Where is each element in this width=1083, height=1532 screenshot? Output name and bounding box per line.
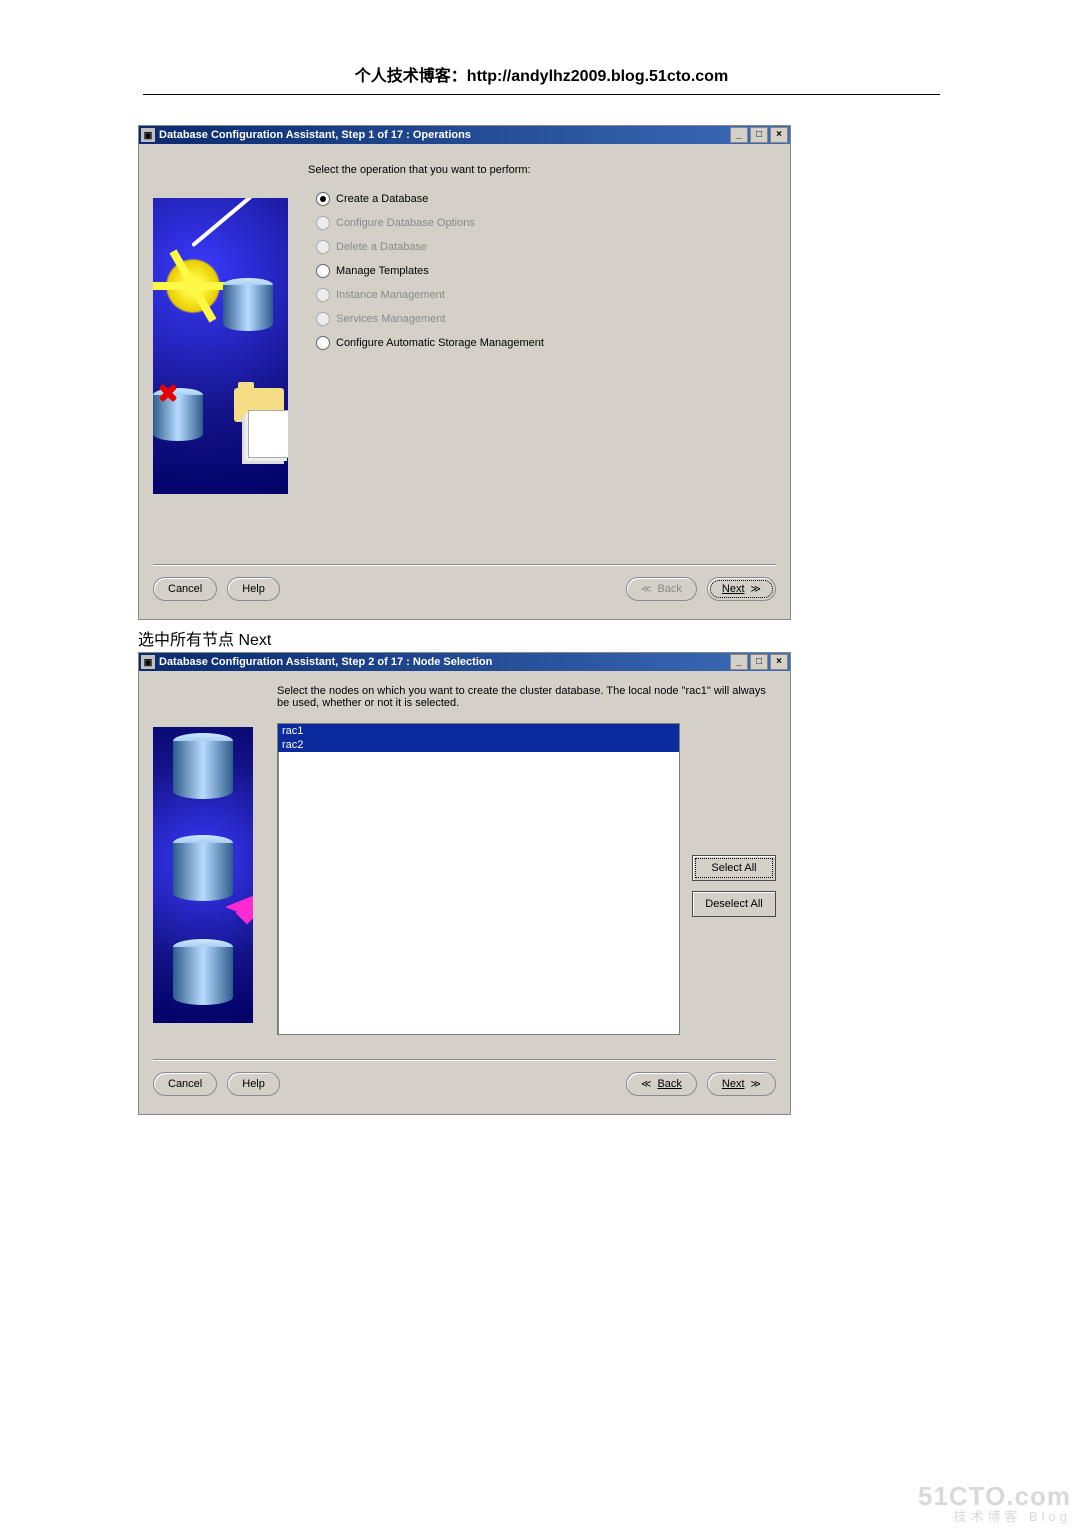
window-title: Database Configuration Assistant, Step 1… xyxy=(159,129,730,141)
help-button[interactable]: Help xyxy=(227,1072,280,1096)
dca-dialog-step1: ▣ Database Configuration Assistant, Step… xyxy=(138,125,791,620)
minimize-button[interactable]: _ xyxy=(730,654,748,670)
next-button[interactable]: Next ≫ xyxy=(707,1072,776,1096)
radio-icon xyxy=(316,312,330,326)
back-arrow-icon: ≪ xyxy=(641,584,651,595)
next-button[interactable]: Next ≫ xyxy=(707,577,776,601)
titlebar: ▣ Database Configuration Assistant, Step… xyxy=(139,653,790,671)
select-all-button[interactable]: Select All xyxy=(692,855,776,881)
back-button[interactable]: ≪ Back xyxy=(626,1072,697,1096)
star-icon xyxy=(163,256,223,316)
titlebar: ▣ Database Configuration Assistant, Step… xyxy=(139,126,790,144)
maximize-button[interactable]: □ xyxy=(750,127,768,143)
back-label: Back xyxy=(657,583,681,595)
option-manage-templates[interactable]: Manage Templates xyxy=(316,264,776,278)
back-button: ≪ Back xyxy=(626,577,697,601)
watermark-small: 技术博客 Blog xyxy=(918,1510,1071,1524)
pages-icon xyxy=(248,410,288,458)
delete-x-icon xyxy=(157,382,179,404)
option-instance-management: Instance Management xyxy=(316,288,776,302)
instruction-text: Select the nodes on which you want to cr… xyxy=(277,685,776,709)
radio-icon xyxy=(316,336,330,350)
watermark-big: 51CTO.com xyxy=(918,1483,1071,1510)
minimize-button[interactable]: _ xyxy=(730,127,748,143)
radio-icon xyxy=(316,240,330,254)
node-listbox[interactable]: rac1 rac2 xyxy=(277,723,680,1035)
option-label: Services Management xyxy=(336,313,445,325)
watermark: 51CTO.com 技术博客 Blog xyxy=(918,1483,1071,1524)
option-configure-database: Configure Database Options xyxy=(316,216,776,230)
page-header: 个人技术博客：http://andylhz2009.blog.51cto.com xyxy=(0,0,1083,92)
next-label: Next xyxy=(722,583,745,595)
next-arrow-icon: ≫ xyxy=(751,584,761,595)
list-item[interactable]: rac2 xyxy=(278,738,679,752)
back-label: Back xyxy=(657,1078,681,1090)
app-icon: ▣ xyxy=(141,655,155,669)
close-button[interactable]: × xyxy=(770,654,788,670)
close-button[interactable]: × xyxy=(770,127,788,143)
wand-icon xyxy=(191,198,255,247)
caption-select-all-nodes: 选中所有节点 Next xyxy=(138,626,1083,650)
wizard-graphic xyxy=(153,727,253,1023)
maximize-button[interactable]: □ xyxy=(750,654,768,670)
arrow-icon xyxy=(225,895,253,919)
help-button[interactable]: Help xyxy=(227,577,280,601)
option-label: Instance Management xyxy=(336,289,445,301)
back-arrow-icon: ≪ xyxy=(641,1079,651,1090)
radio-icon xyxy=(316,264,330,278)
option-label: Manage Templates xyxy=(336,265,429,277)
radio-icon xyxy=(316,288,330,302)
radio-icon xyxy=(316,192,330,206)
window-title: Database Configuration Assistant, Step 2… xyxy=(159,656,730,668)
option-services-management: Services Management xyxy=(316,312,776,326)
cylinder-icon xyxy=(173,835,233,909)
next-label: Next xyxy=(722,1078,745,1090)
cancel-button[interactable]: Cancel xyxy=(153,577,217,601)
list-item[interactable]: rac1 xyxy=(278,724,679,738)
app-icon: ▣ xyxy=(141,128,155,142)
option-label: Delete a Database xyxy=(336,241,427,253)
option-label: Create a Database xyxy=(336,193,428,205)
cylinder-icon xyxy=(173,939,233,1013)
cancel-button[interactable]: Cancel xyxy=(153,1072,217,1096)
option-label: Configure Database Options xyxy=(336,217,475,229)
option-delete-database: Delete a Database xyxy=(316,240,776,254)
deselect-all-button[interactable]: Deselect All xyxy=(692,891,776,917)
option-configure-asm[interactable]: Configure Automatic Storage Management xyxy=(316,336,776,350)
option-create-database[interactable]: Create a Database xyxy=(316,192,776,206)
page-header-underline xyxy=(143,94,940,95)
wizard-graphic: ✔ ✔ xyxy=(153,198,288,494)
instruction-text: Select the operation that you want to pe… xyxy=(308,164,776,176)
option-label: Configure Automatic Storage Management xyxy=(336,337,544,349)
next-arrow-icon: ≫ xyxy=(751,1079,761,1090)
radio-icon xyxy=(316,216,330,230)
cylinder-icon xyxy=(173,733,233,807)
cylinder-icon xyxy=(223,278,273,338)
dca-dialog-step2: ▣ Database Configuration Assistant, Step… xyxy=(138,652,791,1115)
